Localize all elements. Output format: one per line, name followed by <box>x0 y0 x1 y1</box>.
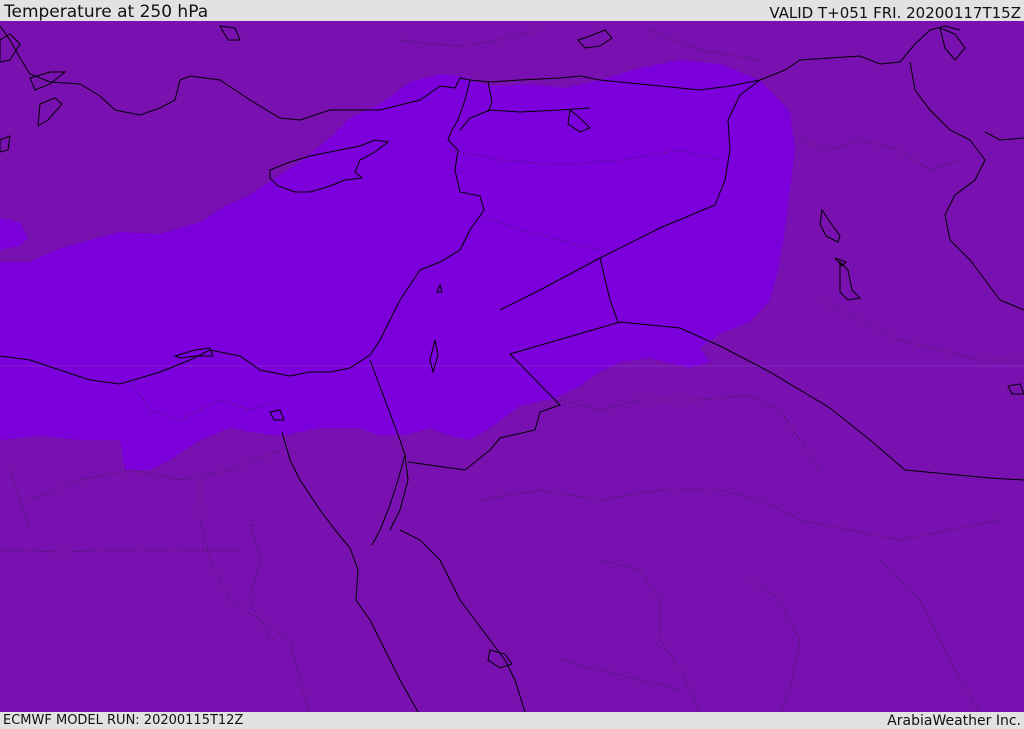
valid-time: VALID T+051 FRI. 20200117T15Z <box>769 4 1021 22</box>
credit: ArabiaWeather Inc. <box>887 713 1021 729</box>
map-title: Temperature at 250 hPa <box>4 2 209 22</box>
footer-bar: ECMWF MODEL RUN: 20200115T12Z ArabiaWeat… <box>0 712 1024 729</box>
temperature-map[interactable] <box>0 21 1024 712</box>
model-run: ECMWF MODEL RUN: 20200115T12Z <box>3 713 244 728</box>
header-bar: Temperature at 250 hPa VALID T+051 FRI. … <box>0 0 1024 21</box>
